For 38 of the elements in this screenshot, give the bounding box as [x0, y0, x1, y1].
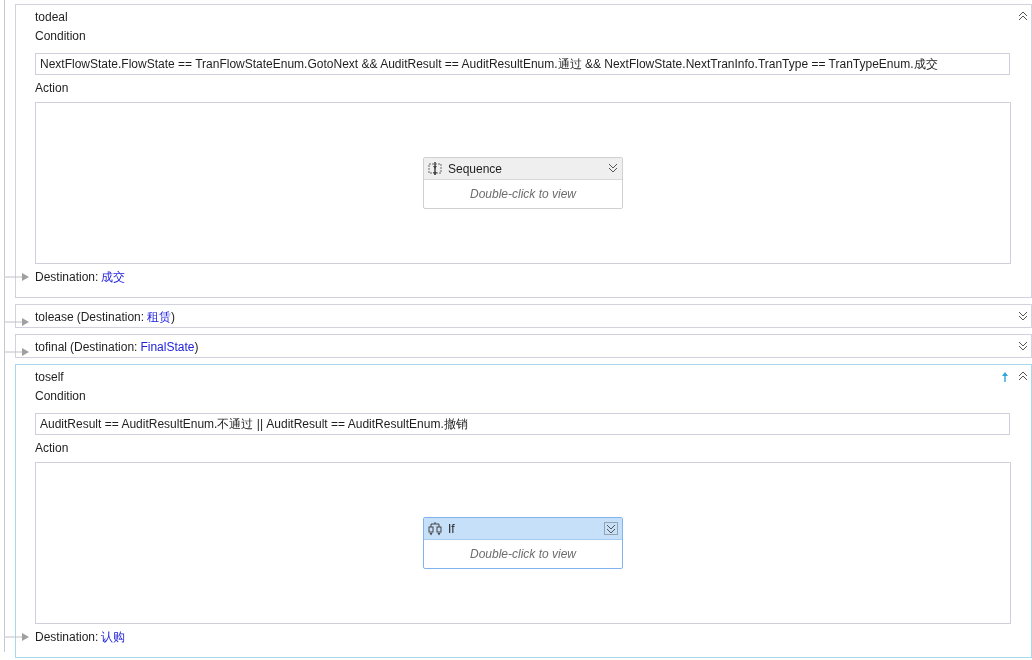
destination-link[interactable]: FinalState — [140, 340, 195, 354]
destination-label: Destination: — [35, 270, 99, 284]
action-label: Action — [35, 441, 70, 455]
destination-link[interactable]: 成交 — [101, 270, 126, 284]
condition-label: Condition — [35, 29, 87, 43]
expand-icon[interactable] — [608, 162, 618, 175]
expand-icon[interactable] — [1018, 310, 1028, 323]
move-up-icon[interactable] — [1002, 371, 1008, 382]
expand-icon[interactable] — [604, 522, 618, 535]
transition-panel[interactable]: tolease (Destination: 租赁) — [15, 304, 1032, 328]
activity-name: Sequence — [448, 161, 504, 176]
activity-hint: Double-click to view — [468, 546, 578, 563]
condition-field[interactable]: NextFlowState.FlowState == TranFlowStateEnum.GotoNext && AuditResult == AuditResultEnum.通过 && NextFlowState.NextTranInfo.TranType == TranTypeEnum.成交 — [35, 53, 1010, 75]
collapse-icon[interactable] — [1018, 370, 1028, 383]
transition-name: tolease — [35, 310, 74, 324]
destination-link[interactable]: 租赁 — [147, 310, 172, 324]
transition-panel[interactable]: tofinal (Destination: FinalState) — [15, 334, 1032, 358]
branch-icon — [428, 521, 442, 536]
transition-name: tofinal — [35, 340, 68, 354]
destination-label: (Destination: — [70, 340, 138, 354]
collapse-icon[interactable] — [1018, 10, 1028, 23]
closing-paren: ) — [194, 340, 199, 354]
condition-field[interactable]: AuditResult == AuditResultEnum.不通过 || AuditResult == AuditResultEnum.撤销 — [35, 413, 1010, 435]
activity-hint: Double-click to view — [468, 186, 578, 203]
activity-card[interactable]: If Double-click to view — [423, 517, 623, 569]
condition-label: Condition — [35, 389, 87, 403]
destination-label: Destination: — [35, 630, 99, 644]
expand-icon[interactable] — [1018, 340, 1028, 353]
transition-name: toself — [35, 370, 64, 384]
action-label: Action — [35, 81, 70, 95]
destination-link[interactable]: 认购 — [101, 630, 126, 644]
activity-card[interactable]: Sequence Double-click to view — [423, 157, 623, 209]
transition-panel[interactable]: toself Condition AuditResult == AuditResultEnum.不通过 || AuditResult == AuditResultEnum.撤销 Action If Double-click to view Destination: 认购 — [15, 364, 1032, 658]
destination-label: (Destination: — [76, 310, 145, 324]
transition-name: todeal — [35, 10, 68, 24]
closing-paren: ) — [171, 310, 176, 324]
activity-name: If — [448, 521, 456, 536]
sequence-icon — [428, 161, 442, 176]
